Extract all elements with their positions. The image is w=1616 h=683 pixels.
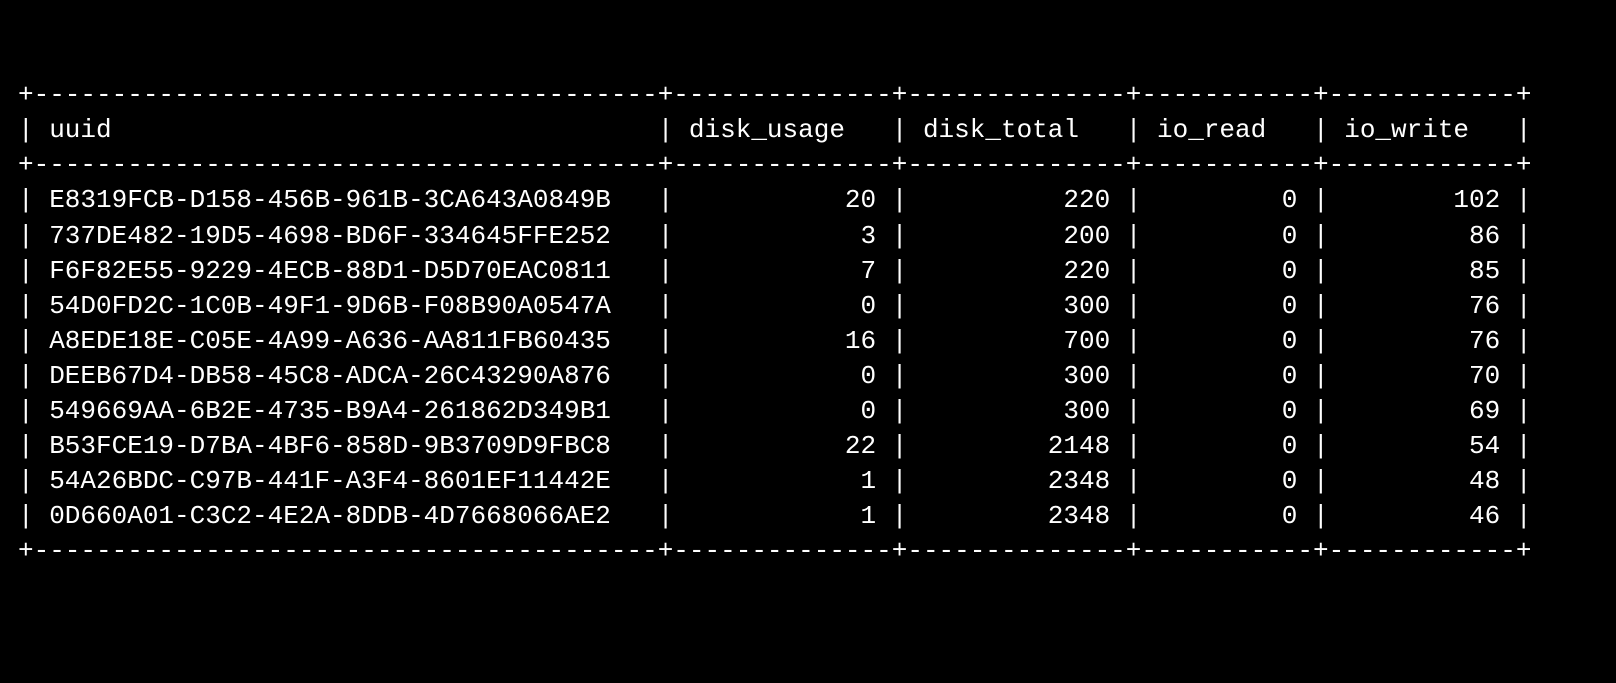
ascii-table-output: +---------------------------------------… [18, 78, 1598, 569]
